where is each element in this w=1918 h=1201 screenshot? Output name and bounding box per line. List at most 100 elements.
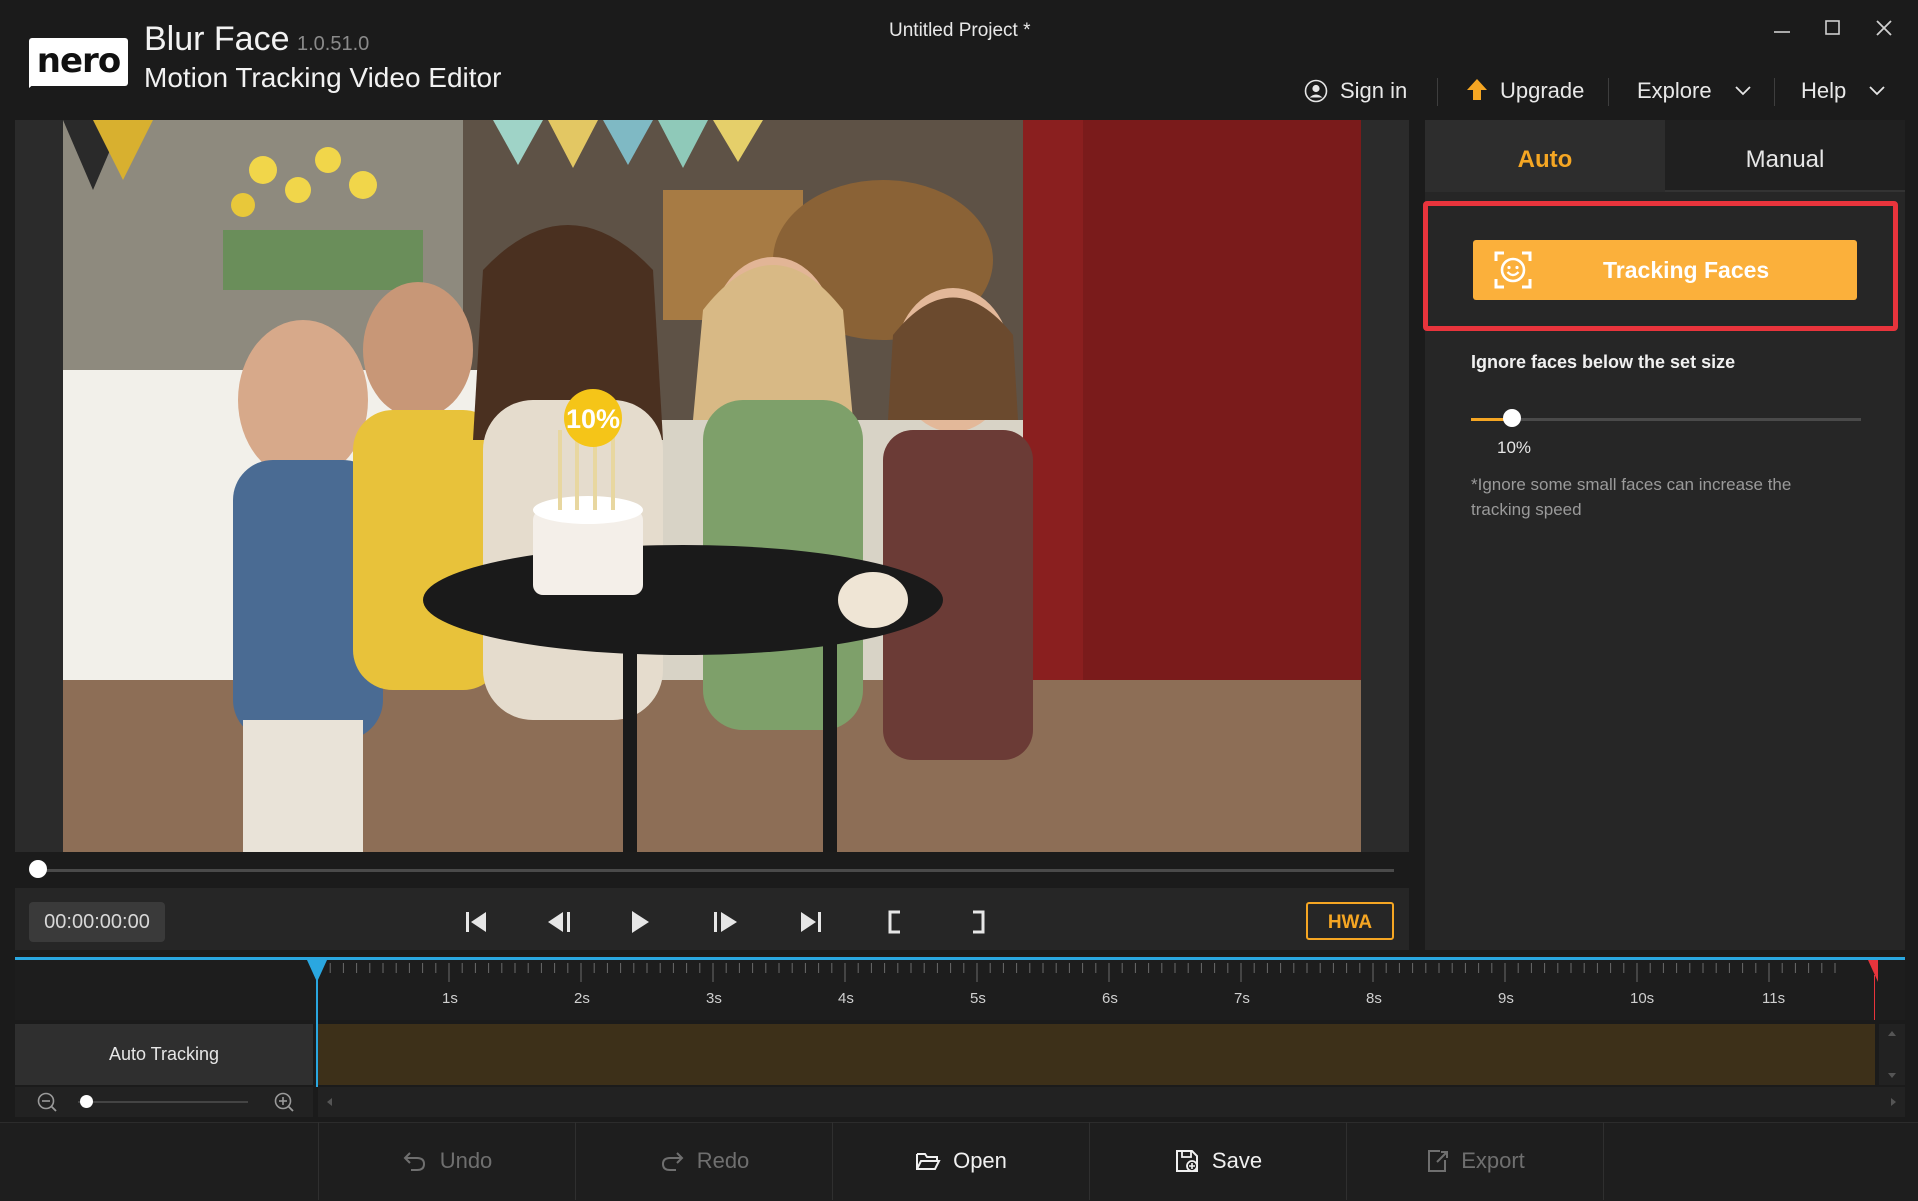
track-label: Auto Tracking [15,1024,313,1085]
close-icon [1876,20,1892,36]
ruler-tick-label: 5s [970,990,986,1007]
face-size-percent: 10% [566,404,620,434]
tracking-faces-button[interactable]: Tracking Faces [1473,240,1857,300]
open-button[interactable]: Open [832,1122,1089,1200]
playback-progress-knob[interactable] [29,860,47,878]
close-button[interactable] [1862,14,1906,48]
sign-in-button[interactable]: Sign in [1304,74,1407,108]
explore-label: Explore [1637,78,1712,103]
project-title: Untitled Project * [889,20,1031,41]
ruler-tick-label: 1s [442,990,458,1007]
redo-icon [661,1152,684,1171]
app-name: Blur Face [144,20,290,58]
app-version: 1.0.51.0 [297,33,370,55]
zoom-slider-track[interactable] [78,1101,248,1103]
timeline-horizontal-scrollbar[interactable] [318,1087,1905,1117]
nav-divider [1437,78,1438,106]
maximize-button[interactable] [1811,14,1855,48]
ruler-tick-label: 7s [1234,990,1250,1007]
ignore-faces-title: Ignore faces below the set size [1471,352,1736,372]
ruler-tick-label: 3s [706,990,722,1007]
zoom-slider-knob[interactable] [80,1095,93,1108]
undo-icon [403,1152,425,1171]
previous-frame-icon [548,912,570,932]
user-icon [1304,79,1328,103]
mark-in-button[interactable] [873,903,917,941]
tab-divider [1665,190,1905,192]
video-frame: 10% [63,120,1361,852]
maximize-icon [1825,20,1840,35]
face-size-slider-knob[interactable] [1503,409,1521,427]
previous-frame-button[interactable] [538,903,582,941]
end-marker[interactable] [1868,960,1878,982]
ruler-tick-label: 2s [574,990,590,1007]
play-button[interactable] [618,903,662,941]
zoom-in-icon[interactable] [273,1091,295,1113]
nav-divider [1774,78,1775,106]
help-label: Help [1801,78,1847,103]
playhead-marker[interactable] [307,960,327,982]
help-menu[interactable]: Help [1801,74,1886,108]
upgrade-button[interactable]: Upgrade [1466,74,1584,108]
nero-logo-tail [29,78,41,88]
track-vertical-scrollbar[interactable] [1879,1024,1905,1085]
save-icon [1175,1150,1198,1172]
mark-out-button[interactable] [956,903,1000,941]
hardware-acceleration-button[interactable]: HWA [1306,902,1394,940]
upgrade-arrow-icon [1467,79,1487,100]
ruler-tick-label: 11s [1762,990,1786,1007]
ruler-tick-label: 6s [1102,990,1118,1007]
mark-out-icon [973,910,985,934]
redo-label: Redo [696,1148,750,1173]
face-size-slider-track[interactable] [1471,418,1861,421]
sign-in-label: Sign in [1340,78,1408,103]
export-icon [1428,1150,1449,1172]
explore-menu[interactable]: Explore [1637,74,1752,108]
tracking-faces-label: Tracking Faces [1603,256,1770,283]
ruler-ticks [316,963,1836,982]
tab-manual[interactable]: Manual [1665,120,1905,192]
skip-to-start-button[interactable] [454,903,498,941]
export-button[interactable]: Export [1346,1122,1604,1200]
save-button[interactable]: Save [1089,1122,1346,1200]
scroll-arrows-icon [327,1098,1896,1106]
next-frame-icon [714,912,737,932]
minimize-icon [1774,31,1790,33]
save-label: Save [1211,1148,1263,1173]
end-marker-line [1874,975,1875,1020]
playback-progress-track[interactable] [38,869,1394,872]
next-frame-button[interactable] [703,903,747,941]
ruler-tick-label: 4s [838,990,854,1007]
timeline-ruler[interactable] [15,960,1905,1020]
scroll-arrows-icon [1888,1031,1896,1078]
play-icon [632,911,649,933]
zoom-out-icon[interactable] [36,1091,58,1113]
skip-to-end-icon [801,912,821,932]
undo-button[interactable]: Undo [318,1122,575,1200]
export-label: Export [1461,1148,1525,1173]
auto-tracking-track[interactable] [318,1024,1875,1085]
title-bar [0,0,1918,118]
video-scene-image: 10% [63,120,1361,852]
ruler-tick-label: 10s [1630,990,1655,1007]
ruler-tick-label: 8s [1366,990,1382,1007]
tab-auto[interactable]: Auto [1425,120,1665,192]
redo-button[interactable]: Redo [575,1122,832,1200]
minimize-button[interactable] [1760,14,1804,48]
face-tracking-icon [1494,251,1532,289]
chevron-down-icon [1734,86,1751,96]
upgrade-label: Upgrade [1500,78,1585,103]
mark-in-icon [888,910,900,934]
ruler-tick-label: 9s [1498,990,1514,1007]
skip-to-start-icon [466,912,486,932]
face-size-slider-value: 10% [1497,438,1532,457]
folder-open-icon [916,1153,941,1170]
timecode-display: 00:00:00:00 [29,902,165,942]
nav-divider [1608,78,1609,106]
ignore-faces-note: *Ignore some small faces can increase th… [1471,475,1792,519]
chevron-down-icon [1869,86,1885,96]
app-subtitle: Motion Tracking Video Editor [144,62,502,93]
nero-logo: nero [29,38,128,86]
open-label: Open [953,1148,1007,1173]
skip-to-end-button[interactable] [789,903,833,941]
